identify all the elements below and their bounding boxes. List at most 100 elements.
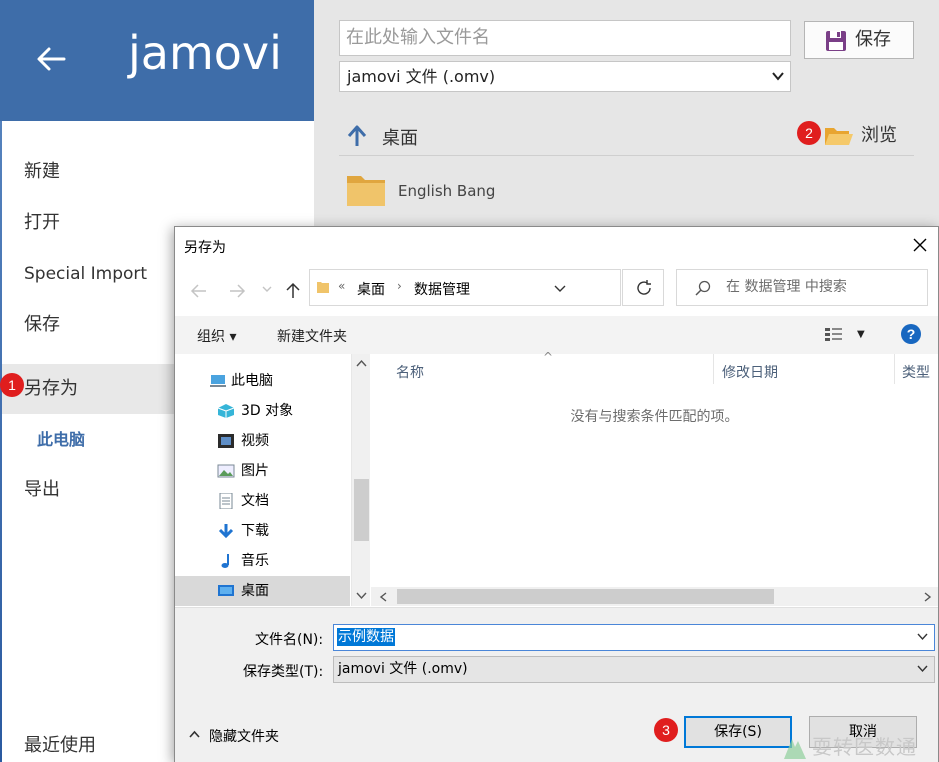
search-placeholder: 在 数据管理 中搜索 — [726, 279, 847, 295]
refresh-icon — [637, 280, 651, 295]
dialog-save-button[interactable]: 保存(S) — [684, 716, 792, 748]
filename-value: 示例数据 — [337, 628, 395, 646]
folder-icon — [317, 282, 329, 293]
downloads-icon — [218, 524, 234, 539]
chevron-down-icon[interactable] — [554, 282, 566, 294]
filetype-value: jamovi 文件 (.omv) — [338, 661, 468, 677]
save-button-label: 保存 — [855, 29, 891, 50]
recent-locations-icon[interactable] — [261, 283, 273, 295]
column-name[interactable]: 名称 — [396, 362, 424, 382]
column-separator — [894, 354, 895, 384]
folder-icon — [347, 176, 385, 206]
column-separator — [713, 354, 714, 384]
browse-button[interactable]: 浏览 — [824, 122, 897, 150]
folder-item[interactable]: English Bang — [346, 173, 495, 209]
step-badge-3: 3 — [654, 718, 678, 742]
up-arrow-icon[interactable] — [346, 124, 368, 148]
tree-label: 此电脑 — [231, 373, 273, 389]
tree-label: 下载 — [241, 523, 269, 539]
filetype-value: jamovi 文件 (.omv) — [347, 67, 496, 86]
divider — [339, 155, 914, 156]
address-bar[interactable]: « 桌面 › 数据管理 — [309, 269, 664, 306]
navigation-tree: 此电脑 3D 对象 视频 图片 文档 下载 音乐 桌面 — [175, 354, 370, 606]
desktop-icon — [218, 585, 234, 596]
filetype-label: 保存类型(T): — [243, 664, 324, 680]
search-input[interactable]: 在 数据管理 中搜索 — [676, 269, 928, 306]
app-header: jamovi — [0, 0, 314, 121]
scrollbar-thumb[interactable] — [354, 479, 369, 541]
tree-item-documents[interactable]: 文档 — [175, 486, 350, 516]
filetype-select[interactable]: jamovi 文件 (.omv) — [339, 61, 791, 92]
back-arrow-icon[interactable] — [34, 42, 68, 76]
tree-item-music[interactable]: 音乐 — [175, 546, 350, 576]
menu-this-pc[interactable]: 此电脑 — [37, 426, 85, 450]
scroll-right-icon[interactable] — [924, 592, 932, 602]
organize-button[interactable]: 组织 ▾ — [197, 326, 236, 346]
tree-label: 3D 对象 — [241, 403, 294, 419]
scroll-down-icon[interactable] — [356, 592, 367, 600]
breadcrumb-data-management[interactable]: 数据管理 — [414, 279, 470, 299]
tree-item-this-pc[interactable]: 此电脑 — [175, 366, 350, 396]
column-date-modified[interactable]: 修改日期 — [722, 362, 778, 382]
filename-input[interactable]: 在此处输入文件名 — [339, 20, 791, 56]
save-button[interactable]: 保存 — [804, 21, 914, 59]
sort-indicator-icon: ^ — [543, 350, 554, 364]
dialog-toolbar: 组织 ▾ 新建文件夹 ▼ ? — [175, 316, 938, 354]
refresh-button[interactable] — [622, 269, 664, 306]
chevron-down-icon — [917, 665, 928, 673]
menu-new[interactable]: 新建 — [0, 147, 314, 197]
tree-scrollbar[interactable] — [351, 354, 370, 606]
up-folder-icon[interactable] — [283, 281, 303, 301]
window-edge — [0, 121, 2, 762]
folder-open-icon — [825, 128, 853, 145]
chevron-down-icon[interactable] — [917, 633, 928, 641]
tree-item-downloads[interactable]: 下载 — [175, 516, 350, 546]
tree-item-desktop[interactable]: 桌面 — [175, 576, 350, 606]
dialog-filetype-select[interactable]: jamovi 文件 (.omv) — [333, 656, 935, 683]
tree-item-pictures[interactable]: 图片 — [175, 456, 350, 486]
close-icon[interactable] — [910, 235, 930, 255]
file-list: ^ 名称 修改日期 类型 没有与搜索条件匹配的项。 — [371, 350, 938, 587]
folder-name: English Bang — [398, 182, 496, 200]
hide-folders-toggle[interactable]: 隐藏文件夹 — [189, 726, 279, 746]
jamovi-logo: jamovi — [128, 26, 282, 80]
back-icon[interactable] — [189, 281, 209, 301]
hide-folders-label: 隐藏文件夹 — [209, 729, 279, 745]
watermark-text: 耍转医数通 — [812, 735, 917, 759]
tree-label: 桌面 — [241, 583, 269, 599]
breadcrumb-separator: › — [397, 279, 402, 293]
save-as-dialog: 另存为 « 桌面 › 数据管理 在 数据管理 中搜索 组织 ▾ 新建文件夹 ▼ … — [174, 226, 939, 762]
music-icon — [221, 554, 229, 568]
step-badge-2: 2 — [797, 121, 821, 145]
tree-label: 视频 — [241, 433, 269, 449]
dialog-title: 另存为 — [184, 240, 226, 256]
forward-icon[interactable] — [227, 281, 247, 301]
tree-item-3d-objects[interactable]: 3D 对象 — [175, 396, 350, 426]
tree-item-videos[interactable]: 视频 — [175, 426, 350, 456]
file-list-scrollbar[interactable] — [371, 587, 938, 606]
computer-icon — [210, 375, 226, 387]
scrollbar-thumb[interactable] — [397, 589, 774, 604]
3d-objects-icon — [217, 404, 235, 418]
breadcrumb-overflow[interactable]: « — [338, 279, 345, 293]
tree-label: 文档 — [241, 493, 269, 509]
dialog-filename-input[interactable]: 示例数据 — [333, 624, 935, 651]
view-dropdown-icon[interactable]: ▼ — [857, 329, 865, 340]
chevron-up-icon — [189, 730, 200, 738]
tree-label: 音乐 — [241, 553, 269, 569]
breadcrumb-desktop[interactable]: 桌面 — [357, 279, 385, 299]
watermark: 耍转医数通 — [782, 733, 917, 762]
column-type[interactable]: 类型 — [902, 362, 930, 382]
help-icon[interactable]: ? — [901, 324, 921, 344]
video-icon — [218, 434, 234, 448]
view-options-icon[interactable] — [825, 328, 845, 342]
tree-label: 图片 — [241, 463, 269, 479]
step-badge-1: 1 — [0, 373, 24, 397]
scroll-left-icon[interactable] — [379, 592, 387, 602]
current-location: 桌面 — [382, 128, 418, 149]
new-folder-button[interactable]: 新建文件夹 — [277, 326, 347, 346]
chevron-down-icon — [772, 72, 784, 81]
filename-label: 文件名(N): — [255, 632, 324, 648]
pictures-icon — [217, 464, 235, 478]
scroll-up-icon[interactable] — [356, 359, 367, 367]
